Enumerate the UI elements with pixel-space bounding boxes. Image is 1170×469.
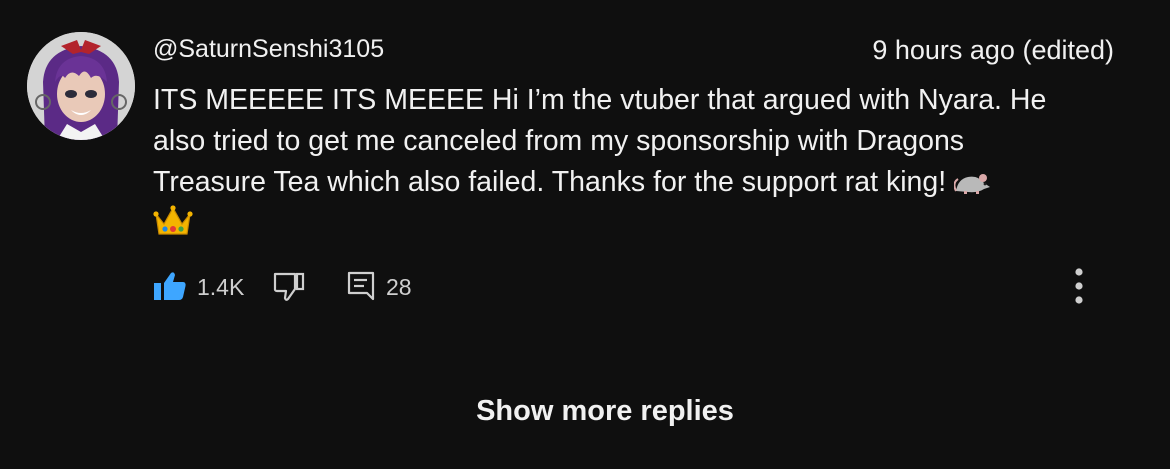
avatar[interactable] [27, 32, 135, 140]
comment-thread: @SaturnSenshi3105 9 hours ago (edited) I… [0, 0, 1170, 469]
comment-line-emoji [153, 203, 1113, 244]
comment-line: ITS MEEEEE ITS MEEEE Hi I’m the vtuber t… [153, 84, 1047, 116]
reply-button[interactable] [346, 270, 376, 302]
vertical-ellipsis-icon [1075, 268, 1083, 304]
thumbs-down-icon [273, 272, 305, 301]
comment-line: also tried to get me canceled from my sp… [153, 125, 965, 157]
thumbs-up-icon [154, 272, 186, 300]
reply-comment-icon [347, 271, 375, 301]
show-more-replies-button[interactable]: Show more replies [0, 395, 1170, 428]
like-count: 1.4K [197, 274, 245, 300]
more-options-button[interactable] [1064, 266, 1094, 306]
comment-body: ITS MEEEEE ITS MEEEE Hi I’m the vtuber t… [153, 80, 1113, 244]
comment-author[interactable]: @SaturnSenshi3105 [153, 35, 384, 64]
dislike-button[interactable] [273, 272, 305, 302]
comment-timestamp: 9 hours ago (edited) [872, 35, 1114, 65]
rat-emoji [953, 166, 992, 194]
comment-line-with-emoji: Treasure Tea which also failed. Thanks f… [153, 162, 1113, 203]
crown-emoji [153, 204, 193, 238]
comment-line: Treasure Tea which also failed. Thanks f… [153, 166, 947, 198]
reply-count: 28 [386, 274, 412, 300]
like-button[interactable] [153, 271, 187, 301]
